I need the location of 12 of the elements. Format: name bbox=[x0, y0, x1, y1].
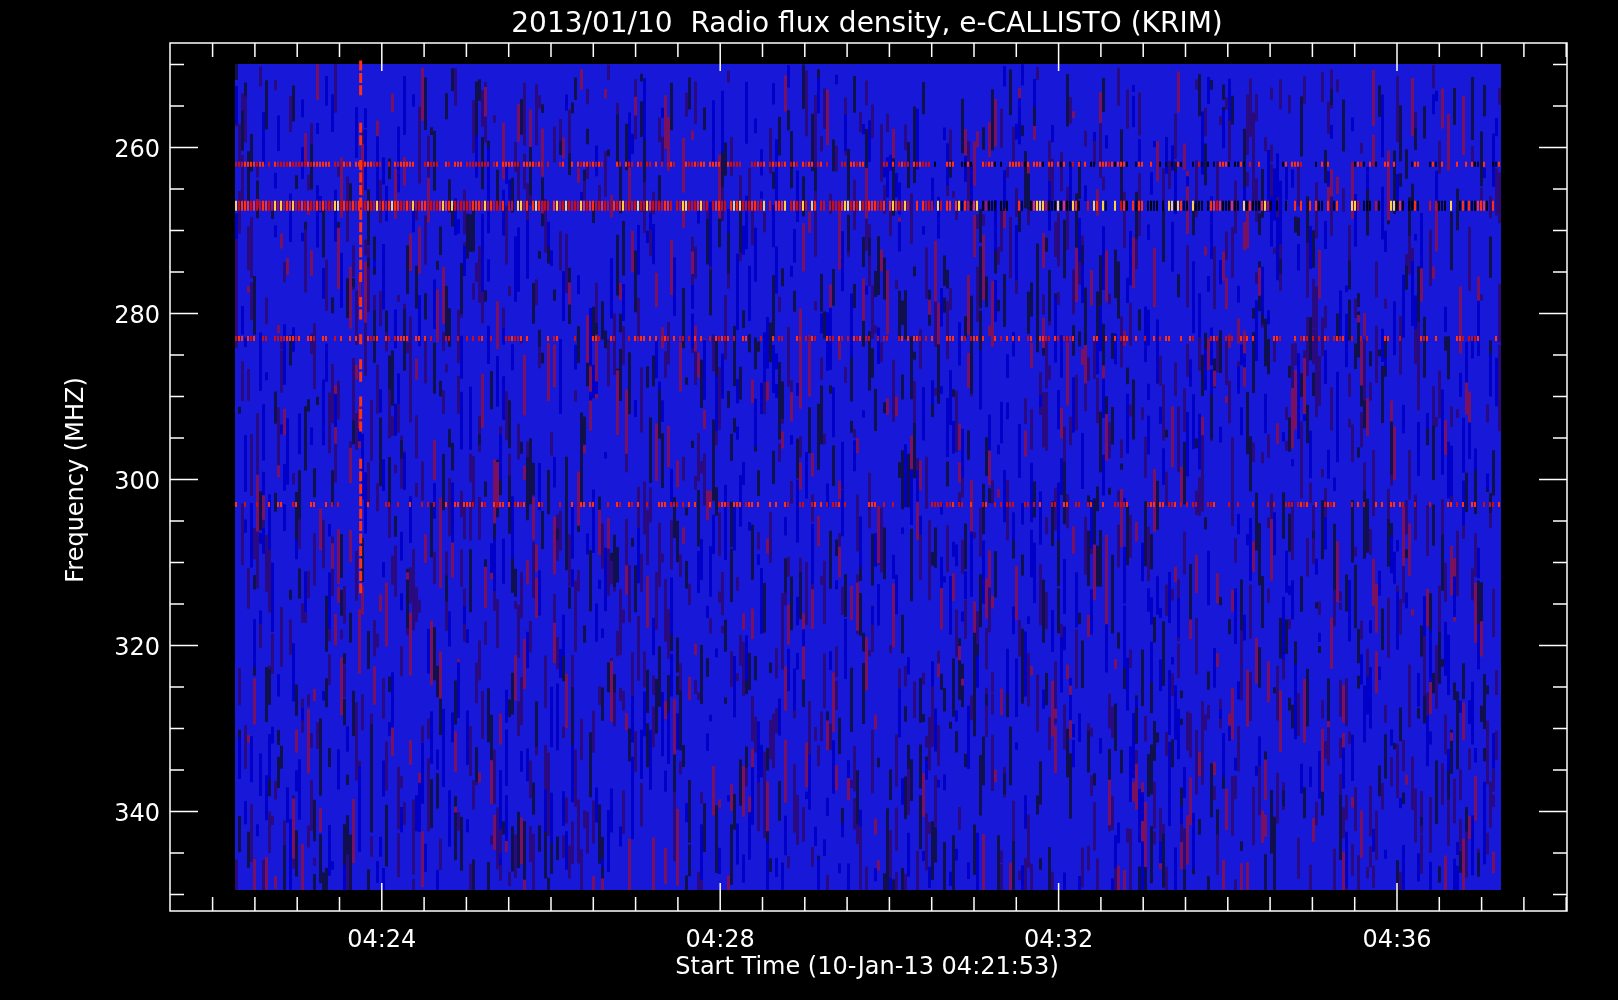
x-tick-label: 04:32 bbox=[1024, 925, 1094, 953]
y-tick-label: 260 bbox=[114, 134, 160, 163]
y-tick-label: 300 bbox=[114, 466, 160, 495]
y-tick-label: 320 bbox=[114, 632, 160, 661]
x-axis-label: Start Time (10-Jan-13 04:21:53) bbox=[675, 952, 1059, 980]
y-axis-label: Frequency (MHZ) bbox=[61, 377, 89, 583]
y-tick-label: 280 bbox=[114, 300, 160, 329]
chart-title: 2013/01/10 Radio flux density, e-CALLISTO (KRIM) bbox=[511, 6, 1223, 39]
x-tick-label: 04:24 bbox=[347, 925, 417, 953]
x-tick-label: 04:28 bbox=[685, 925, 755, 953]
y-tick-label: 340 bbox=[114, 798, 160, 827]
x-tick-label: 04:36 bbox=[1362, 925, 1432, 953]
